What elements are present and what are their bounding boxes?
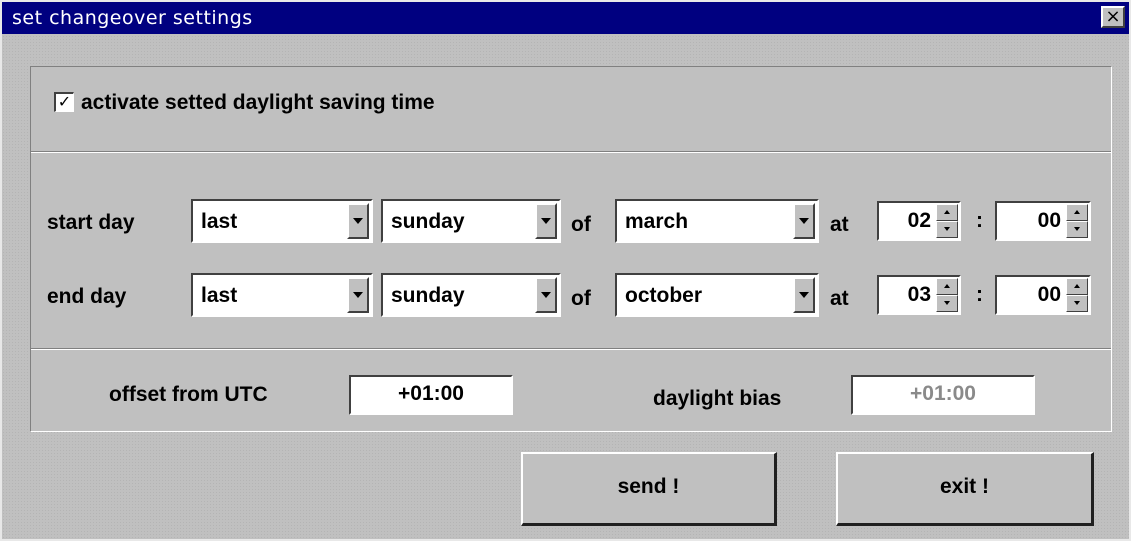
spin-up-icon[interactable] [1066,204,1088,221]
close-button[interactable]: × [1101,6,1125,28]
end-minute-value: 00 [1037,283,1061,306]
spin-down-icon[interactable] [1066,221,1088,238]
daylight-bias-field: +01:00 [851,375,1035,415]
close-icon: × [1105,6,1121,27]
exit-button[interactable]: exit ! [836,452,1094,526]
dropdown-arrow-icon[interactable] [347,277,369,313]
offset-field[interactable]: +01:00 [349,375,513,415]
end-minute-spinner[interactable]: 00 [995,275,1091,315]
check-icon: ✓ [57,92,72,111]
end-day-label: end day [47,285,127,308]
offset-label: offset from UTC [109,383,268,406]
end-ordinal-value: last [201,284,238,307]
start-hour-value: 02 [907,209,931,232]
end-month-value: october [625,284,703,307]
start-day-label: start day [47,211,135,234]
end-hour-spinner[interactable]: 03 [877,275,961,315]
start-minute-spinner[interactable]: 00 [995,201,1091,241]
dialog-window: set changeover settings × ✓ activate set… [0,0,1131,541]
start-time-separator: : [976,209,983,232]
dropdown-arrow-icon[interactable] [793,203,815,239]
end-hour-value: 03 [907,283,931,306]
send-button[interactable]: send ! [521,452,777,526]
start-of-label: of [571,213,591,236]
divider-top [31,151,1111,153]
settings-panel: ✓ activate setted daylight saving time s… [30,66,1112,432]
dst-checkbox[interactable]: ✓ [54,92,74,112]
dropdown-arrow-icon[interactable] [347,203,369,239]
end-weekday-value: sunday [391,284,465,307]
start-ordinal-select[interactable]: last [191,199,373,243]
start-weekday-select[interactable]: sunday [381,199,561,243]
spin-up-icon[interactable] [1066,278,1088,295]
daylight-bias-label: daylight bias [653,387,782,410]
end-time-separator: : [976,283,983,306]
window-title: set changeover settings [12,7,253,29]
start-at-label: at [830,213,849,236]
dropdown-arrow-icon[interactable] [793,277,815,313]
end-month-select[interactable]: october [615,273,819,317]
start-hour-spinner[interactable]: 02 [877,201,961,241]
end-at-label: at [830,287,849,310]
spin-down-icon[interactable] [936,295,958,312]
end-ordinal-select[interactable]: last [191,273,373,317]
spin-up-icon[interactable] [936,278,958,295]
end-of-label: of [571,287,591,310]
end-weekday-select[interactable]: sunday [381,273,561,317]
start-weekday-value: sunday [391,210,465,233]
spin-up-icon[interactable] [936,204,958,221]
title-bar[interactable]: set changeover settings × [2,2,1129,34]
start-minute-value: 00 [1037,209,1061,232]
start-month-select[interactable]: march [615,199,819,243]
divider-bottom [31,348,1111,350]
dropdown-arrow-icon[interactable] [535,203,557,239]
spin-down-icon[interactable] [936,221,958,238]
dst-label: activate setted daylight saving time [81,91,435,114]
start-month-value: march [625,210,689,233]
start-ordinal-value: last [201,210,238,233]
dropdown-arrow-icon[interactable] [535,277,557,313]
spin-down-icon[interactable] [1066,295,1088,312]
